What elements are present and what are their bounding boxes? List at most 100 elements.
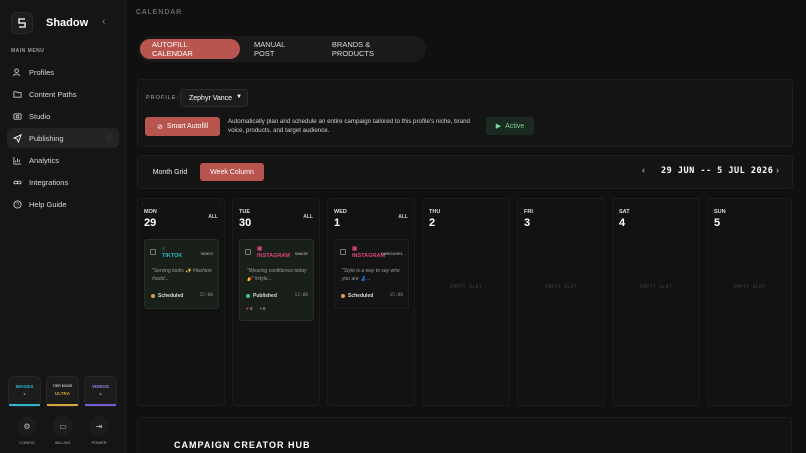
brand-logo[interactable] <box>11 12 33 34</box>
corner-mark: ⌝ <box>218 202 220 207</box>
day-column-fri[interactable]: FRI 3 EMPTY SLOT <box>517 198 605 406</box>
help-icon: ? <box>13 199 22 208</box>
quota-label: IMAGES <box>15 384 34 389</box>
sidebar-item-integrations[interactable]: Integrations <box>7 172 119 192</box>
day-column-sun[interactable]: SUN 5 EMPTY SLOT <box>707 198 792 406</box>
sidebar-item-profiles[interactable]: Profiles <box>7 62 119 82</box>
post-checkbox[interactable] <box>150 249 156 255</box>
day-date: 29 <box>144 217 157 229</box>
prev-week-icon[interactable]: ‹ <box>642 165 645 175</box>
empty-slot[interactable]: EMPTY SLOT <box>423 285 509 290</box>
post-checkbox[interactable] <box>340 249 346 255</box>
day-date: 1 <box>334 217 341 229</box>
day-column-sat[interactable]: SAT 4 EMPTY SLOT <box>612 198 700 406</box>
util-label: POWER <box>91 440 107 445</box>
post-status: Published <box>246 293 277 299</box>
quota-value: ULTRA <box>55 391 70 396</box>
config-button[interactable]: ⚙ CONFIG <box>12 416 42 445</box>
camera-icon: ▣ <box>352 246 358 252</box>
profile-select-value: Zephyr Vance <box>189 94 233 102</box>
day-column-thu[interactable]: THU 2 EMPTY SLOT <box>422 198 510 406</box>
post-checkbox[interactable] <box>245 249 251 255</box>
card-icon: ▭ <box>53 416 73 436</box>
quota-bar <box>85 404 116 406</box>
collapse-sidebar-icon[interactable]: ‹ <box>102 16 105 27</box>
comments-count: 0 <box>262 306 266 311</box>
day-column-wed[interactable]: WED 1 ALL ▣ INSTAGRAM CAROUSEL "Style is … <box>327 198 415 406</box>
quota-bar <box>9 404 40 406</box>
view-month-grid[interactable]: Month Grid <box>142 163 198 181</box>
active-label: Active <box>505 122 525 130</box>
power-button[interactable]: ⇥ POWER <box>84 416 114 445</box>
post-card[interactable]: ▣ INSTAGRAM CAROUSEL "Style is a way to s… <box>334 239 409 309</box>
select-all-button[interactable]: ALL <box>398 214 408 220</box>
link-icon <box>13 180 22 184</box>
day-date: 5 <box>714 217 721 229</box>
profile-label: PROFILE: <box>146 95 180 101</box>
music-note-icon: ♪ <box>162 246 165 252</box>
day-name: SAT <box>619 209 630 215</box>
quota-videos[interactable]: VIDEOS - <box>84 376 117 407</box>
quota-value: - <box>23 392 26 398</box>
profile-select[interactable]: Zephyr Vance ▼ <box>180 89 248 107</box>
sidebar-item-label: Integrations <box>29 177 69 187</box>
select-all-button[interactable]: ALL <box>208 214 218 220</box>
active-toggle[interactable]: ▶ Active <box>486 117 534 135</box>
platform-label: INSTAGRAM <box>352 252 385 259</box>
tab-autofill-calendar[interactable]: AUTOFILL CALENDAR <box>140 39 241 59</box>
sidebar-item-content-paths[interactable]: Content Paths <box>7 84 119 104</box>
smart-autofill-label: Smart Autofill <box>166 123 209 130</box>
post-card[interactable]: ▣ INSTAGRAM IMAGE "Wearing confidence tod… <box>239 239 314 321</box>
select-all-button[interactable]: ALL <box>303 214 313 220</box>
autofill-icon: ⊘ <box>156 123 163 131</box>
sidebar-item-studio[interactable]: Studio <box>7 106 119 126</box>
empty-slot[interactable]: EMPTY SLOT <box>613 285 699 290</box>
empty-slot[interactable]: EMPTY SLOT <box>518 285 604 290</box>
quota-tier-mode[interactable]: TIER MODE ULTRA <box>46 376 79 407</box>
next-week-icon[interactable]: › <box>776 165 779 175</box>
send-icon <box>13 133 22 143</box>
billing-button[interactable]: ▭ BILLING <box>48 416 78 445</box>
day-name: FRI <box>524 209 533 215</box>
sidebar-nav: Profiles Content Paths Studio Publishing… <box>7 62 119 216</box>
post-status: Scheduled <box>341 293 373 299</box>
post-status: Scheduled <box>151 293 183 299</box>
empty-slot[interactable]: EMPTY SLOT <box>708 285 791 290</box>
breadcrumb: CALENDAR <box>136 9 183 16</box>
util-label: BILLING <box>55 440 71 445</box>
day-column-mon[interactable]: ⌜ ⌝ MON 29 ALL ♪ TIKTOK VIDEO "Serving lo… <box>137 198 225 406</box>
sidebar-item-help-guide[interactable]: ? Help Guide <box>7 194 119 214</box>
day-column-tue[interactable]: TUE 30 ALL ▣ INSTAGRAM IMAGE "Wearing con… <box>232 198 320 406</box>
chevron-down-icon: ▼ <box>236 94 242 100</box>
play-icon: ▶ <box>495 123 502 130</box>
post-platform: ♪ TIKTOK <box>162 246 182 259</box>
post-type: VIDEO <box>200 251 213 256</box>
smart-autofill-button[interactable]: ⊘ Smart Autofill <box>145 117 220 136</box>
main-menu-label: MAIN MENU <box>11 48 45 54</box>
status-dot <box>341 294 345 298</box>
quota-value: - <box>99 392 102 398</box>
brand-name: Shadow <box>46 17 89 29</box>
post-card[interactable]: ♪ TIKTOK VIDEO "Serving looks ✨ #fashion … <box>144 239 219 309</box>
post-caption: "Style is a way to say who you are 👗... <box>342 268 400 282</box>
folder-icon <box>13 90 22 98</box>
gear-icon: ⚙ <box>17 416 37 436</box>
tab-brands-products[interactable]: BRANDS & PRODUCTS <box>320 39 424 59</box>
quota-images[interactable]: IMAGES - <box>8 376 41 407</box>
platform-label: TIKTOK <box>162 252 183 259</box>
post-time: 15:00 <box>199 293 213 298</box>
day-name: THU <box>429 209 441 215</box>
sidebar-item-analytics[interactable]: Analytics <box>7 150 119 170</box>
users-icon <box>13 67 21 76</box>
svg-text:?: ? <box>16 202 19 208</box>
view-week-column[interactable]: Week Column <box>200 163 264 181</box>
day-name: WED <box>334 209 347 215</box>
post-caption: "Serving looks ✨ #fashion #ootd... <box>152 268 212 282</box>
quota-label: VIDEOS <box>91 384 109 389</box>
tab-manual-post[interactable]: MANUAL POST <box>242 39 318 59</box>
active-indicator <box>106 134 114 142</box>
day-name: TUE <box>239 209 250 215</box>
post-metrics: ♥ 0 ▪ 0 <box>246 306 265 311</box>
sidebar-item-publishing[interactable]: Publishing <box>7 128 119 148</box>
day-date: 2 <box>429 217 436 229</box>
